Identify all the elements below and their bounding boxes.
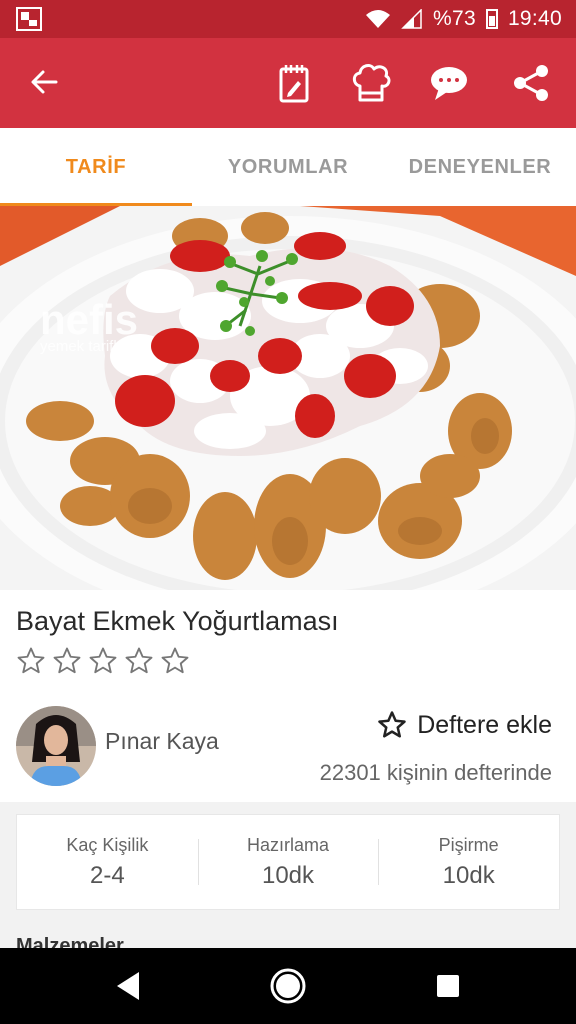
tab-tarif[interactable]: TARİF bbox=[0, 128, 192, 206]
nav-home-icon bbox=[270, 968, 306, 1004]
rating-stars[interactable] bbox=[16, 646, 190, 676]
nav-back-icon bbox=[117, 972, 139, 1000]
tab-yorumlar[interactable]: YORUMLAR bbox=[192, 128, 384, 206]
food-illustration: nefis yemek tarifleri bbox=[0, 206, 576, 590]
cook-time-label: Pişirme bbox=[438, 834, 499, 855]
recipe-info-panel: Kaç Kişilik 2-4 Hazırlama 10dk Pişirme 1… bbox=[16, 814, 560, 910]
signal-icon bbox=[401, 9, 422, 29]
star-empty-icon[interactable] bbox=[16, 646, 46, 676]
app-toolbar bbox=[0, 38, 576, 128]
prep-time-info: Hazırlama 10dk bbox=[197, 815, 379, 909]
avatar-image bbox=[16, 706, 96, 786]
share-icon bbox=[514, 65, 548, 101]
recipe-title: Bayat Ekmek Yoğurtlaması bbox=[16, 606, 339, 636]
recipe-photo[interactable]: nefis yemek tarifleri bbox=[0, 206, 576, 590]
star-outline-icon bbox=[378, 711, 406, 738]
system-nav-bar bbox=[0, 948, 576, 1024]
author-name[interactable]: Pınar Kaya bbox=[105, 728, 219, 755]
arrow-left-icon bbox=[31, 70, 58, 94]
prep-time-label: Hazırlama bbox=[246, 834, 330, 855]
add-to-book-label: Deftere ekle bbox=[417, 710, 552, 739]
prep-time-value: 10dk bbox=[261, 861, 315, 889]
status-icons: %73 19:40 bbox=[365, 6, 562, 32]
chef-hat-icon bbox=[352, 64, 391, 102]
share-button[interactable] bbox=[508, 60, 554, 106]
tab-bar: TARİF YORUMLAR DENEYENLER bbox=[0, 128, 576, 207]
comment-button[interactable] bbox=[426, 60, 472, 106]
battery-icon bbox=[485, 9, 498, 29]
nav-back-button[interactable] bbox=[108, 966, 148, 1006]
nav-recents-icon bbox=[437, 975, 459, 997]
cook-time-info: Pişirme 10dk bbox=[378, 815, 559, 909]
cook-time-value: 10dk bbox=[442, 861, 495, 889]
star-empty-icon[interactable] bbox=[52, 646, 82, 676]
chef-button[interactable] bbox=[348, 60, 394, 106]
app-notification-icon bbox=[16, 7, 42, 31]
servings-value: 2-4 bbox=[89, 861, 125, 889]
nav-home-button[interactable] bbox=[268, 966, 308, 1006]
recipe-card: Bayat Ekmek Yoğurtlaması Pınar Kaya Deft… bbox=[0, 590, 576, 802]
watermark-tagline: yemek tarifleri bbox=[40, 338, 133, 355]
add-to-book-button[interactable]: Deftere ekle bbox=[377, 710, 552, 740]
back-button[interactable] bbox=[22, 60, 66, 104]
servings-info: Kaç Kişilik 2-4 bbox=[17, 815, 198, 909]
star-empty-icon[interactable] bbox=[124, 646, 154, 676]
notebook-button[interactable] bbox=[271, 60, 317, 106]
status-bar: %73 19:40 bbox=[0, 0, 576, 38]
star-empty-icon[interactable] bbox=[88, 646, 118, 676]
star-empty-icon[interactable] bbox=[160, 646, 190, 676]
clock: 19:40 bbox=[507, 7, 562, 30]
wifi-icon bbox=[366, 10, 390, 28]
author-avatar[interactable] bbox=[16, 706, 96, 786]
nav-recents-button[interactable] bbox=[428, 966, 468, 1006]
watermark-logo: nefis bbox=[40, 296, 138, 343]
servings-label: Kaç Kişilik bbox=[66, 834, 149, 855]
battery-percent: %73 bbox=[433, 7, 476, 30]
book-count: 22301 kişinin defterinde bbox=[319, 760, 552, 785]
comment-icon bbox=[431, 67, 467, 100]
tab-deneyenler[interactable]: DENEYENLER bbox=[384, 128, 576, 206]
notebook-icon bbox=[279, 65, 309, 103]
